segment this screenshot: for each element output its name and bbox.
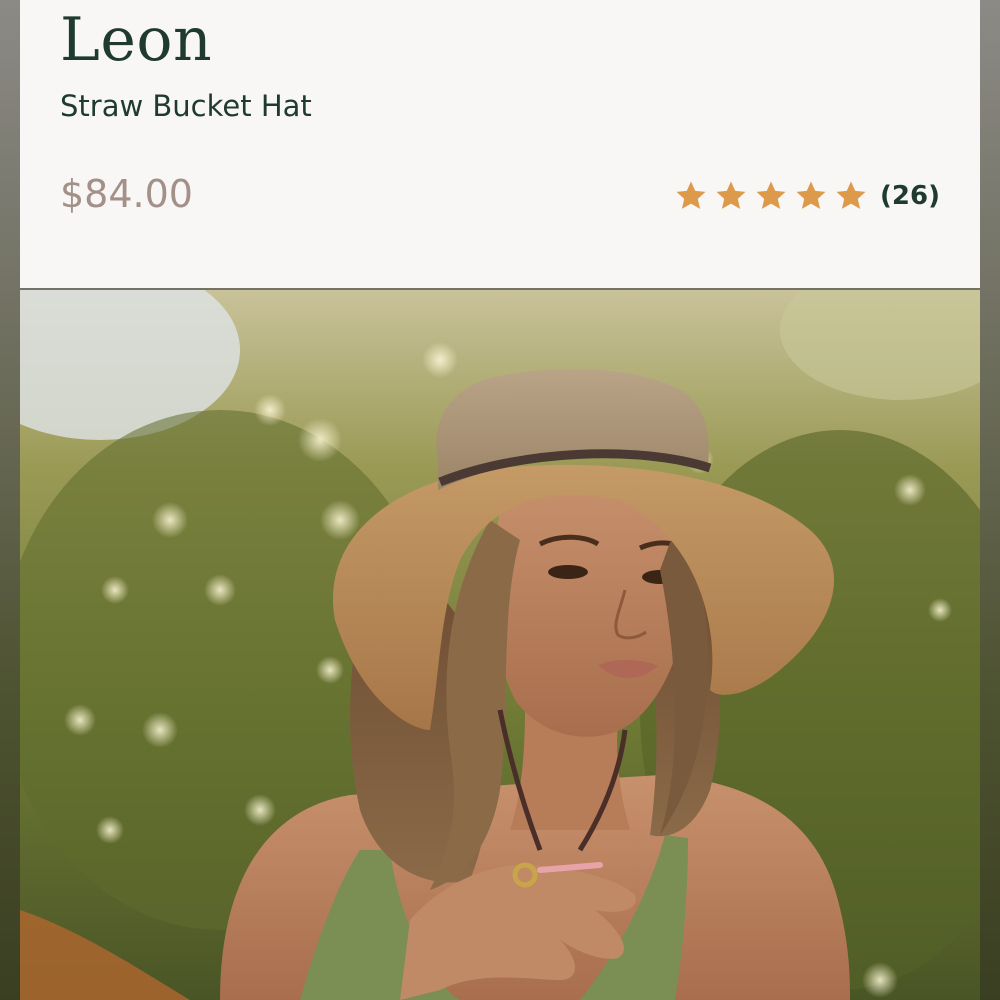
- product-photo[interactable]: [20, 290, 980, 1000]
- screen: Leon Straw Bucket Hat $84.00 (26): [0, 0, 1000, 1000]
- star-icon: [674, 179, 708, 213]
- star-icon: [834, 179, 868, 213]
- product-subtitle: Straw Bucket Hat: [60, 89, 312, 123]
- star-icon: [754, 179, 788, 213]
- star-icon: [714, 179, 748, 213]
- product-price: $84.00: [60, 172, 193, 216]
- star-icon: [794, 179, 828, 213]
- review-count[interactable]: (26): [880, 181, 940, 211]
- product-title: Leon: [60, 5, 213, 75]
- product-info-card: Leon Straw Bucket Hat $84.00 (26): [20, 0, 980, 288]
- rating-summary[interactable]: (26): [674, 176, 940, 216]
